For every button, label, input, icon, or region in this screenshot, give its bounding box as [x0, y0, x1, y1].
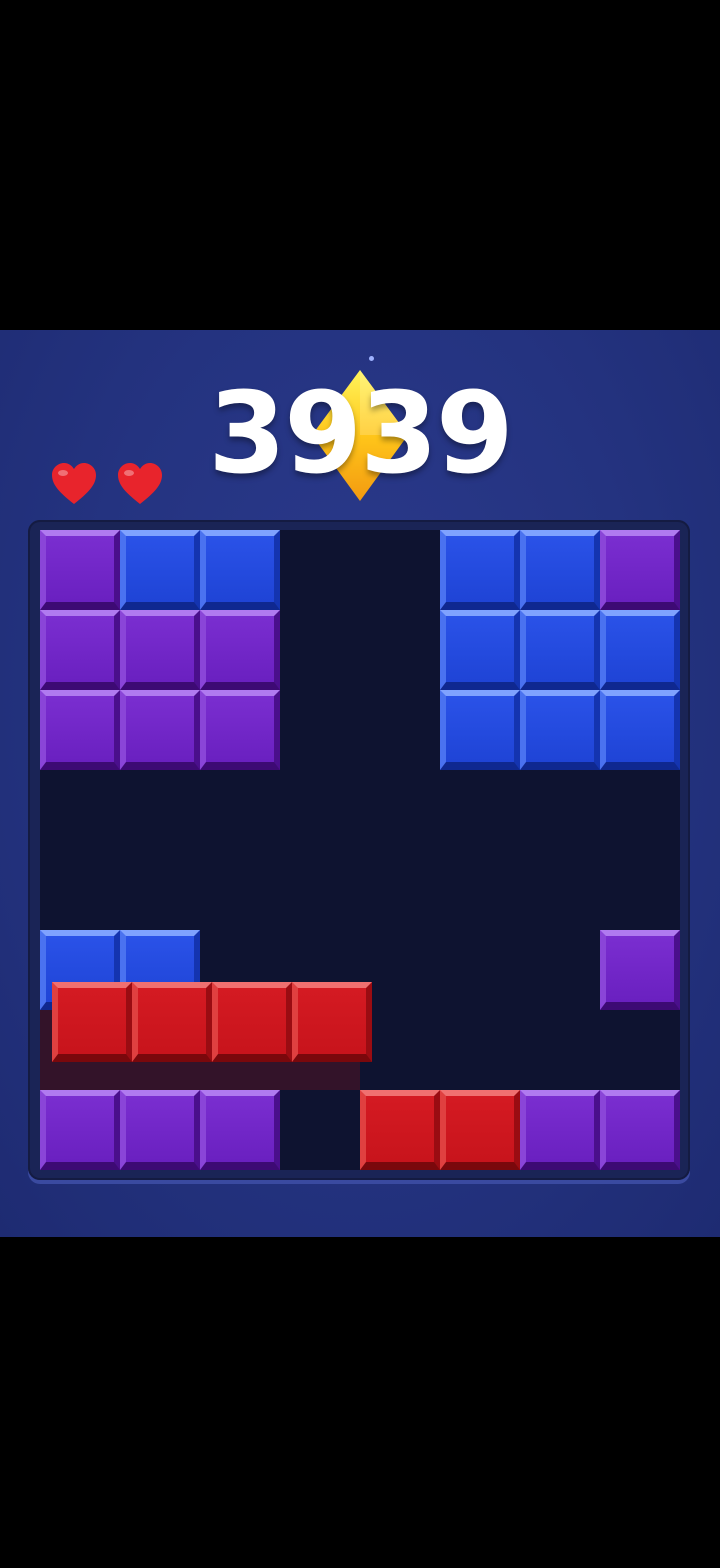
falling-piece-block [212, 982, 292, 1062]
purple-block [200, 690, 280, 770]
purple-block [40, 1090, 120, 1170]
purple-block [600, 1090, 680, 1170]
blue-block [440, 690, 520, 770]
score-value: 3939 [208, 369, 514, 499]
heart-icon [52, 463, 96, 504]
score-display: 3939 [0, 348, 720, 501]
heart-icon [118, 463, 162, 504]
game-area: 3939 [0, 330, 720, 1237]
purple-block [120, 1090, 200, 1170]
sparkle-icon [369, 356, 374, 361]
blue-block [600, 610, 680, 690]
red-block [360, 1090, 440, 1170]
purple-block [200, 610, 280, 690]
blue-block [120, 530, 200, 610]
purple-block [120, 610, 200, 690]
blue-block [520, 530, 600, 610]
blue-block [440, 610, 520, 690]
falling-piece-block [292, 982, 372, 1062]
blue-block [200, 530, 280, 610]
blue-block [520, 610, 600, 690]
purple-block [600, 530, 680, 610]
purple-block [600, 930, 680, 1010]
purple-block [200, 1090, 280, 1170]
purple-block [520, 1090, 600, 1170]
purple-block [40, 530, 120, 610]
purple-block [40, 690, 120, 770]
blue-block [440, 530, 520, 610]
game-screen: 3939 [0, 0, 720, 1568]
red-block [440, 1090, 520, 1170]
falling-piece-block [52, 982, 132, 1062]
purple-block [40, 610, 120, 690]
game-board[interactable] [40, 530, 680, 1170]
blue-block [520, 690, 600, 770]
falling-piece-block [132, 982, 212, 1062]
blue-block [600, 690, 680, 770]
purple-block [120, 690, 200, 770]
